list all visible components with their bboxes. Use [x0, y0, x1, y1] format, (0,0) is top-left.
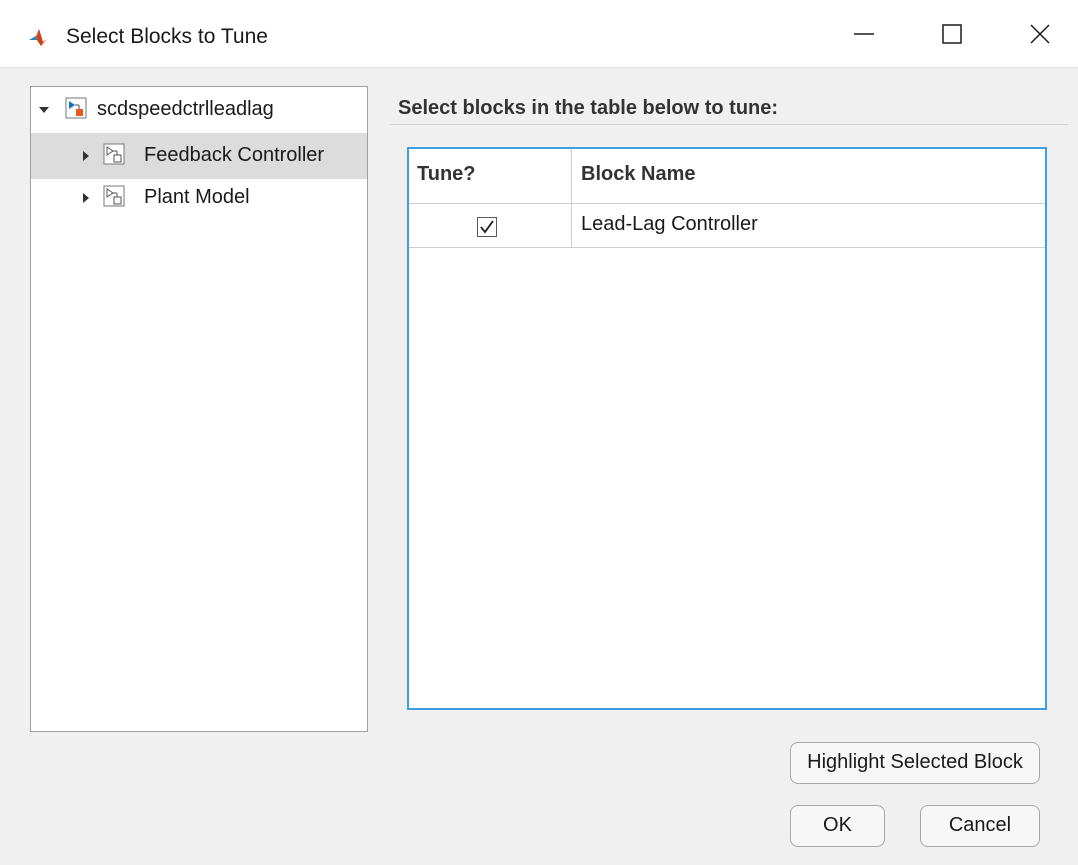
tune-checkbox[interactable] — [477, 217, 497, 237]
instruction-text: Select blocks in the table below to tune… — [398, 97, 779, 119]
tree-node-root[interactable]: scdspeedctrlleadlag — [31, 87, 367, 133]
subsystem-icon — [103, 185, 125, 207]
column-header-block-name[interactable]: Block Name — [581, 163, 696, 186]
table-row[interactable]: Lead-Lag Controller — [409, 203, 1045, 248]
matlab-logo-icon — [27, 26, 49, 48]
tree-node-feedback-controller[interactable]: Feedback Controller — [31, 133, 367, 179]
cancel-button[interactable]: Cancel — [920, 805, 1040, 847]
close-icon — [1030, 24, 1050, 44]
ok-button[interactable]: OK — [790, 805, 885, 847]
tree-node-plant-model[interactable]: Plant Model — [31, 179, 367, 225]
minimize-button[interactable] — [826, 0, 902, 67]
table-header: Tune? Block Name — [409, 149, 1045, 204]
block-name-cell: Lead-Lag Controller — [581, 213, 758, 235]
expand-down-icon[interactable] — [39, 104, 49, 116]
column-header-tune[interactable]: Tune? — [417, 163, 476, 186]
checkmark-icon — [480, 220, 494, 234]
model-tree[interactable]: scdspeedctrlleadlag Feedback Controller … — [30, 86, 368, 732]
maximize-button[interactable] — [914, 0, 990, 67]
divider — [390, 124, 1068, 125]
tree-node-label: Plant Model — [144, 186, 250, 208]
expand-right-icon[interactable] — [81, 150, 91, 162]
title-bar: Select Blocks to Tune — [0, 0, 1078, 68]
model-icon — [65, 97, 87, 119]
maximize-icon — [942, 24, 962, 44]
window-title: Select Blocks to Tune — [66, 25, 268, 48]
blocks-table[interactable]: Tune? Block Name Lead-Lag Controller — [407, 147, 1047, 710]
tree-node-label: Feedback Controller — [144, 144, 325, 166]
minimize-icon — [854, 33, 874, 35]
highlight-selected-block-button[interactable]: Highlight Selected Block — [790, 742, 1040, 784]
tree-node-label: scdspeedctrlleadlag — [97, 98, 274, 120]
expand-right-icon[interactable] — [81, 192, 91, 204]
close-button[interactable] — [1002, 0, 1078, 67]
subsystem-icon — [103, 143, 125, 165]
